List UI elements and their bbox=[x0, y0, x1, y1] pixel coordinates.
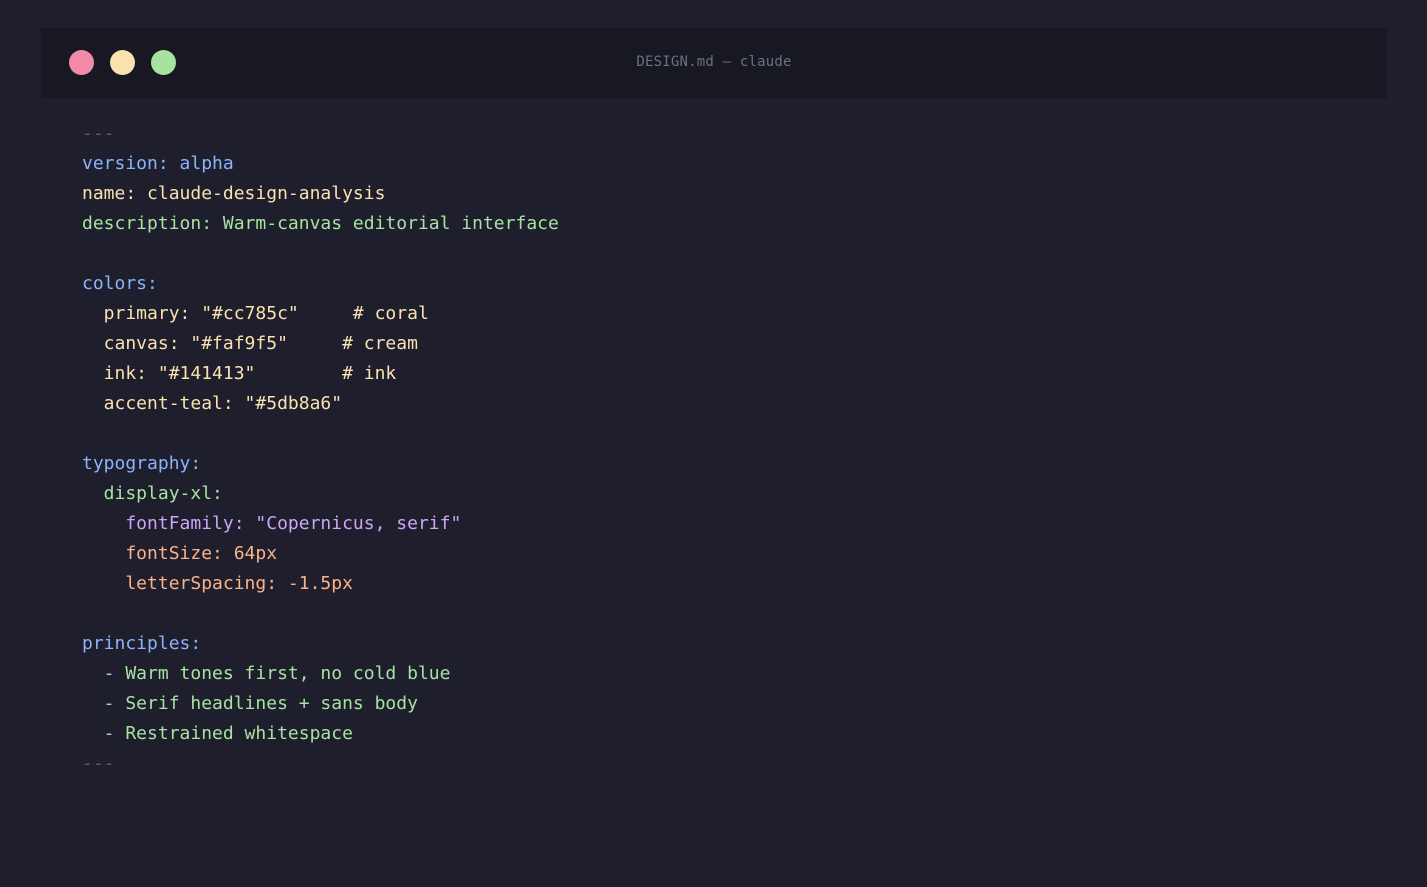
code-line: colors: bbox=[82, 273, 158, 294]
code-line: typography: bbox=[82, 453, 202, 474]
code-line: principles: bbox=[82, 633, 202, 654]
code-line: ink: "#141413" # ink bbox=[82, 363, 397, 384]
code-line: description: Warm-canvas editorial inter… bbox=[82, 213, 559, 234]
window-title: DESIGN.md — claude bbox=[636, 54, 792, 70]
code-line: name: claude-design-analysis bbox=[82, 183, 386, 204]
code-line: primary: "#cc785c" # coral bbox=[82, 303, 429, 324]
code-line: --- bbox=[82, 123, 115, 144]
code-line: - Warm tones first, no cold blue bbox=[82, 663, 451, 684]
code-line: - Restrained whitespace bbox=[82, 723, 353, 744]
code-line: letterSpacing: -1.5px bbox=[82, 573, 353, 594]
code-line: fontFamily: "Copernicus, serif" bbox=[82, 513, 462, 534]
code-editor[interactable]: --- version: alpha name: claude-design-ana… bbox=[82, 119, 559, 779]
code-line: --- bbox=[82, 753, 115, 774]
code-line: accent-teal: "#5db8a6" bbox=[82, 393, 343, 414]
code-line: - Serif headlines + sans body bbox=[82, 693, 418, 714]
code-line: fontSize: 64px bbox=[82, 543, 278, 564]
code-line: canvas: "#faf9f5" # cream bbox=[82, 333, 418, 354]
code-line: version: alpha bbox=[82, 153, 234, 174]
code-line: display-xl: bbox=[82, 483, 223, 504]
window-titlebar: DESIGN.md — claude bbox=[41, 28, 1387, 98]
